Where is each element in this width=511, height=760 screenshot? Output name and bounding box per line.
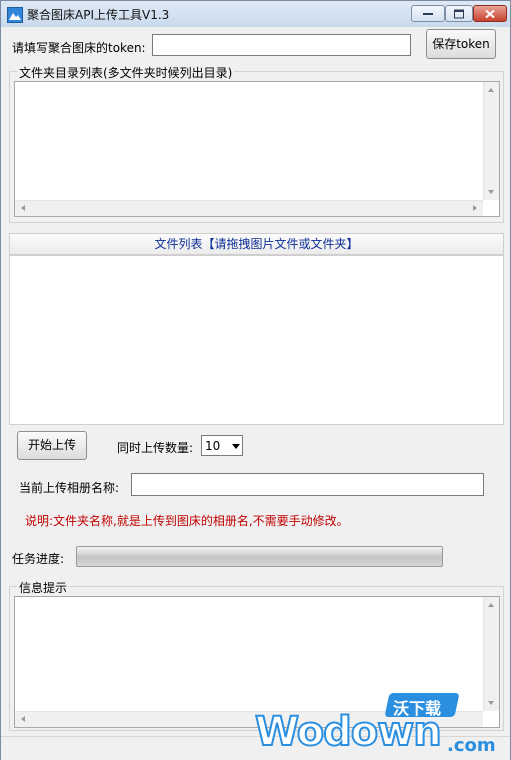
scroll-up-icon[interactable] bbox=[488, 603, 494, 607]
file-list-dropzone[interactable] bbox=[9, 255, 504, 425]
maximize-button[interactable] bbox=[445, 5, 473, 22]
close-icon bbox=[485, 9, 495, 18]
window-title: 聚合图床API上传工具V1.3 bbox=[27, 8, 170, 22]
save-token-button[interactable]: 保存token bbox=[426, 29, 496, 59]
token-label: 请填写聚合图床的token: bbox=[12, 41, 146, 55]
folder-vertical-scrollbar[interactable] bbox=[483, 82, 499, 200]
token-input[interactable] bbox=[152, 34, 411, 56]
progress-label: 任务进度: bbox=[12, 552, 65, 566]
album-name-label: 当前上传相册名称: bbox=[19, 481, 120, 495]
info-group-title: 信息提示 bbox=[17, 579, 70, 596]
scroll-left-icon[interactable] bbox=[21, 716, 25, 722]
minimize-icon bbox=[423, 12, 433, 15]
chevron-down-icon bbox=[232, 444, 240, 449]
watermark-tld-text: .com bbox=[447, 735, 496, 756]
folder-group-title: 文件夹目录列表(多文件夹时候列出目录) bbox=[17, 64, 235, 81]
start-upload-button[interactable]: 开始上传 bbox=[17, 431, 87, 460]
minimize-button[interactable] bbox=[411, 5, 445, 22]
concurrency-select[interactable]: 10 bbox=[201, 435, 243, 456]
app-window: 聚合图床API上传工具V1.3 请填写聚合图床的token: 保存token 文… bbox=[0, 0, 511, 760]
folder-listbox[interactable] bbox=[14, 81, 500, 217]
maximize-icon bbox=[454, 9, 464, 18]
scroll-up-icon[interactable] bbox=[488, 88, 494, 92]
scroll-left-icon[interactable] bbox=[21, 205, 25, 211]
file-list-header: 文件列表【请拖拽图片文件或文件夹】 bbox=[9, 233, 504, 255]
task-progress-bar bbox=[76, 546, 443, 567]
concurrency-value: 10 bbox=[205, 439, 221, 453]
instruction-note: 说明:文件夹名称,就是上传到图床的相册名,不需要手动修改。 bbox=[25, 514, 349, 528]
scroll-down-icon[interactable] bbox=[488, 190, 494, 194]
app-image-icon bbox=[7, 7, 23, 23]
concurrency-label: 同时上传数量: bbox=[117, 441, 194, 455]
close-button[interactable] bbox=[473, 5, 507, 22]
watermark-brand-text: Wodown bbox=[254, 708, 443, 756]
scroll-right-icon[interactable] bbox=[473, 205, 477, 211]
title-bar[interactable]: 聚合图床API上传工具V1.3 bbox=[1, 1, 510, 27]
folder-horizontal-scrollbar[interactable] bbox=[15, 200, 483, 216]
album-name-input[interactable] bbox=[131, 473, 484, 496]
wodown-watermark: 沃下载 Wodown .com bbox=[251, 693, 507, 759]
